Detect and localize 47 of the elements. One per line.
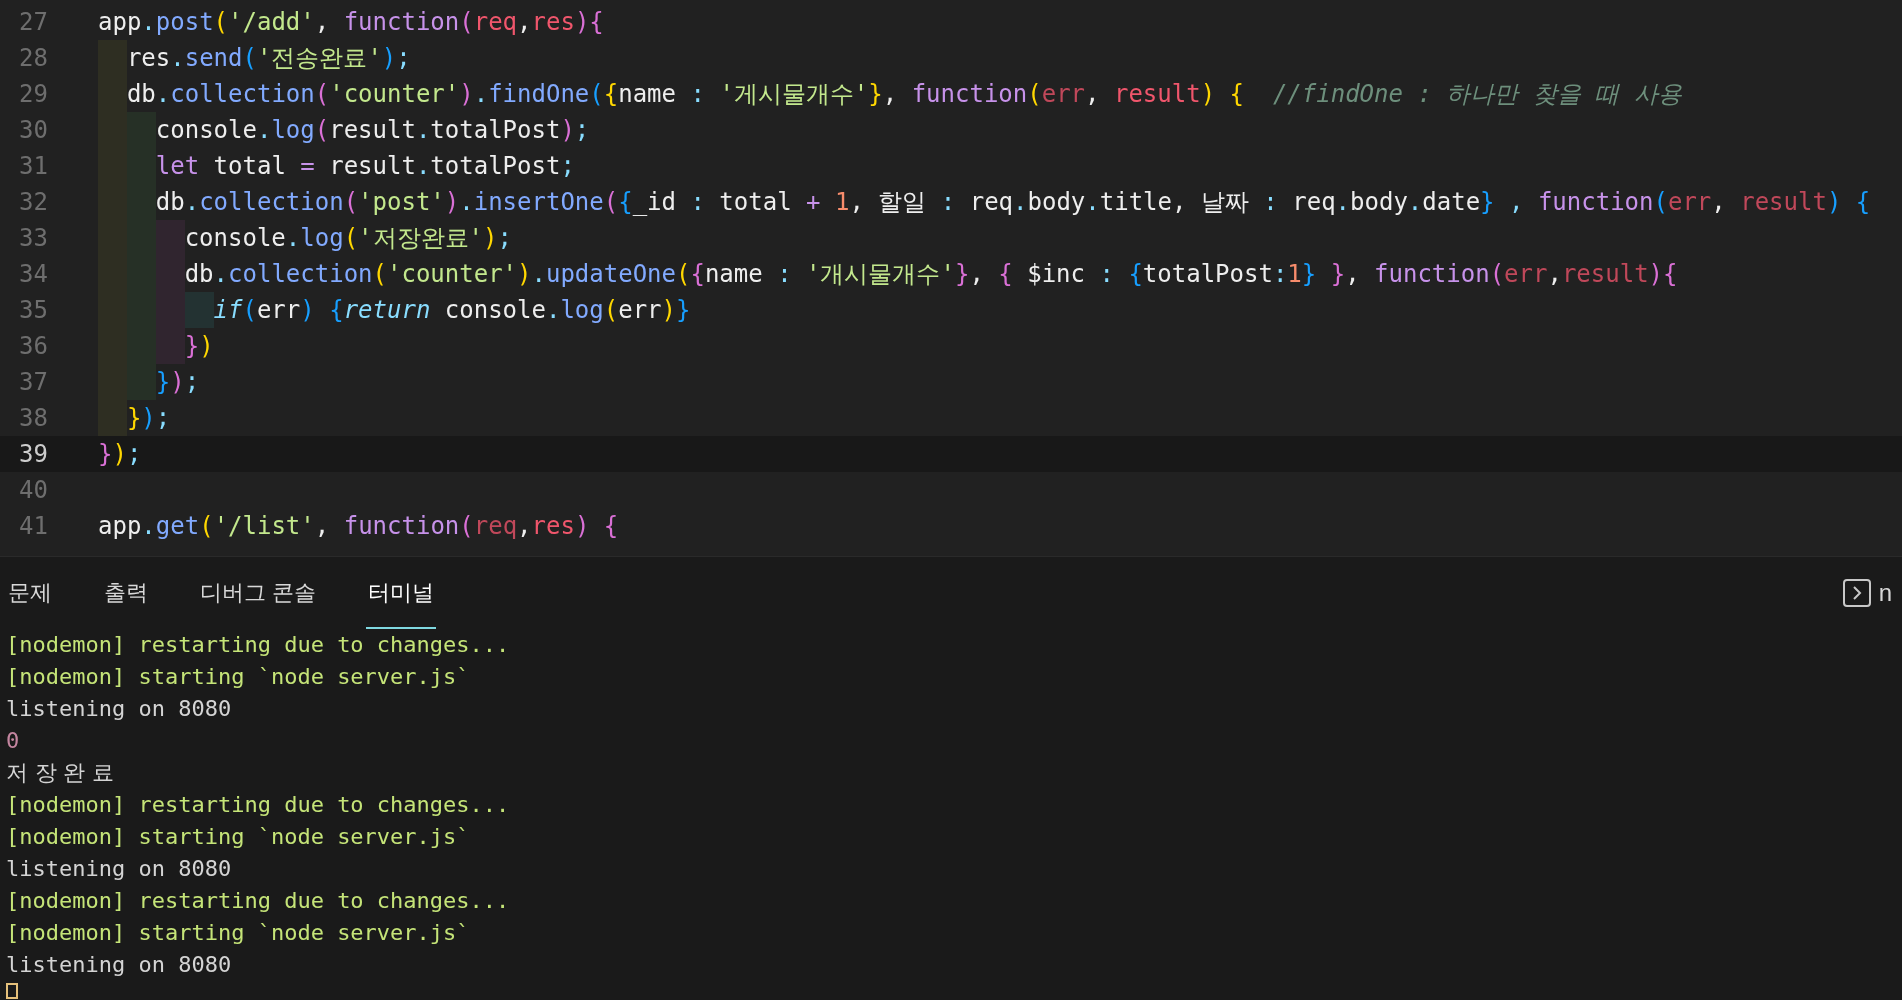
line-number: 30: [18, 115, 48, 146]
code-line: if(err) {return console.log(err)}: [98, 292, 691, 328]
code-line: db.collection('counter').findOne({name : '게시물개수'}, function(err, result) { //findOne : 하나만 찾을 때 사용: [98, 76, 1682, 112]
code-line: let total = result.totalPost;: [98, 148, 575, 184]
code-line: db.collection('counter').updateOne({name : '개시물개수'}, { $inc : {totalPost:1} }, function(err,result){: [98, 256, 1678, 292]
line-number: 32: [18, 187, 48, 218]
terminal-name[interactable]: n: [1878, 575, 1892, 611]
code-line: });: [98, 400, 171, 436]
line-number: 29: [18, 79, 48, 110]
line-number: 34: [18, 259, 48, 290]
line-number: 36: [18, 331, 48, 362]
line-number: 41: [18, 511, 48, 542]
line-number: 39: [18, 439, 48, 470]
code-line: app.get('/list', function(req,res) {: [98, 511, 619, 542]
code-line: res.send('전송완료');: [98, 40, 411, 76]
terminal-output-line: [nodemon] starting `node server.js`: [6, 919, 470, 947]
terminal-output-line: listening on 8080: [6, 951, 232, 979]
terminal-output-line: [nodemon] restarting due to changes...: [6, 791, 510, 819]
code-line: console.log(result.totalPost);: [98, 112, 590, 148]
terminal-output-line: [nodemon] restarting due to changes...: [6, 631, 510, 659]
code-line: app.post('/add', function(req,res){: [98, 7, 604, 38]
panel-tab[interactable]: 출력: [102, 557, 150, 629]
code-line: }): [98, 328, 214, 364]
terminal-icon[interactable]: [1842, 579, 1871, 607]
code-line: db.collection('post').insertOne({_id : total + 1, 할일 : req.body.title, 날짜 : req.body.date} , function(err, result) {: [98, 184, 1871, 220]
terminal-output-line: [nodemon] starting `node server.js`: [6, 663, 470, 691]
line-number: 27: [18, 7, 48, 38]
terminal-output-line: listening on 8080: [6, 855, 232, 883]
code-line: });: [98, 439, 142, 470]
panel-tab[interactable]: 터미널: [366, 557, 437, 629]
terminal-output-line: listening on 8080: [6, 695, 232, 723]
terminal-output-line: 저장완료: [6, 759, 121, 787]
line-number: 35: [18, 295, 48, 326]
code-line: console.log('저장완료');: [98, 220, 512, 256]
terminal-output-line: [nodemon] starting `node server.js`: [6, 823, 470, 851]
panel-tab[interactable]: 문제: [6, 557, 54, 629]
code-line: });: [98, 364, 200, 400]
line-number: 31: [18, 151, 48, 182]
line-number: 40: [18, 475, 48, 506]
panel-tab[interactable]: 디버그 콘솔: [198, 557, 319, 629]
line-number: 38: [18, 403, 48, 434]
terminal-output-line: [nodemon] restarting due to changes...: [6, 887, 510, 915]
line-number: 37: [18, 367, 48, 398]
line-number: 28: [18, 43, 48, 74]
line-number: 33: [18, 223, 48, 254]
terminal-output-line: 0: [6, 727, 20, 755]
terminal-cursor: [6, 983, 18, 999]
